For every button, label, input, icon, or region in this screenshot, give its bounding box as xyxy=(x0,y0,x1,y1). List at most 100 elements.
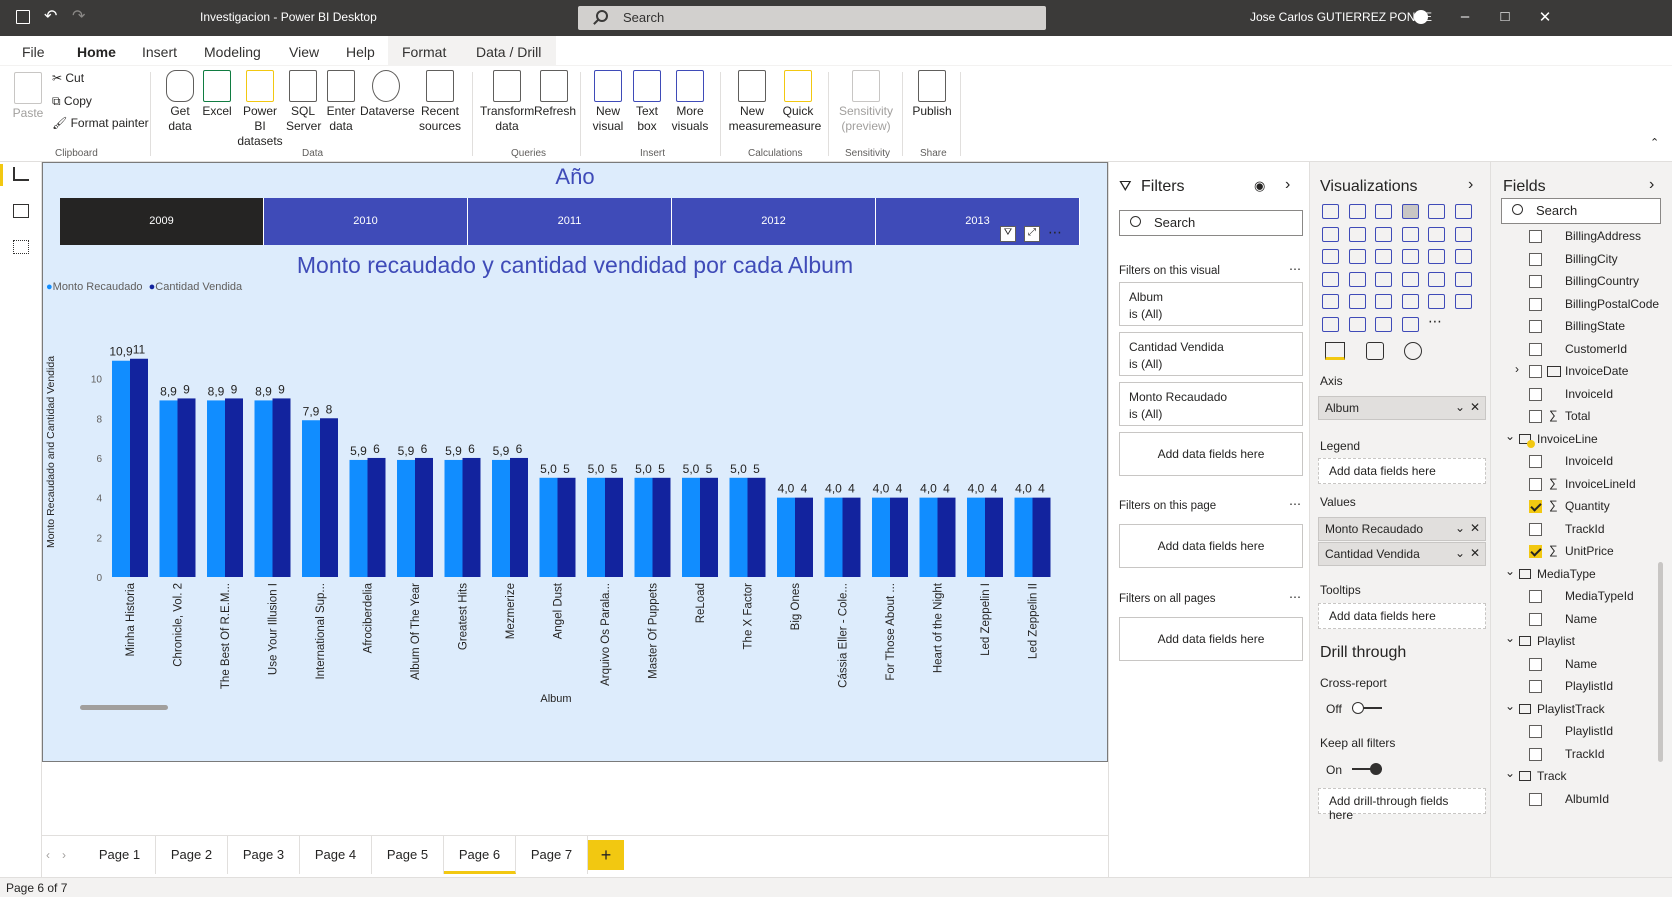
bar-monto[interactable] xyxy=(777,497,795,577)
bar-cantidad[interactable] xyxy=(462,457,481,577)
remove-icon[interactable]: ✕ xyxy=(1470,521,1480,535)
text-box-button[interactable]: Text box xyxy=(630,70,664,134)
checkbox[interactable] xyxy=(1529,410,1542,423)
collapse-filters-icon[interactable]: › xyxy=(1285,176,1290,194)
bar-monto[interactable] xyxy=(634,477,653,577)
quick-measure-button[interactable]: Quick measure xyxy=(774,70,822,134)
chevron-down-icon[interactable]: ⌄ xyxy=(1505,429,1515,443)
visual-type-icon[interactable] xyxy=(1401,249,1419,264)
bar-cantidad[interactable] xyxy=(320,418,338,577)
keep-filters-toggle[interactable] xyxy=(1352,763,1382,775)
visual-type-icon[interactable] xyxy=(1454,271,1472,287)
tab-modeling[interactable]: Modeling xyxy=(204,44,261,60)
filters-search-input[interactable]: Search xyxy=(1119,210,1303,236)
excel-button[interactable]: Excel xyxy=(202,70,232,119)
checkbox[interactable] xyxy=(1529,522,1542,536)
page-tab[interactable]: Page 5 xyxy=(372,836,444,874)
sensitivity-button[interactable]: Sensitivity (preview) xyxy=(836,70,896,134)
bar-monto[interactable] xyxy=(159,400,178,577)
cut-button[interactable]: ✂ Cut xyxy=(52,71,84,86)
bar-cantidad[interactable] xyxy=(225,398,243,577)
visual-type-icon[interactable] xyxy=(1454,204,1472,219)
visual-type-icon[interactable] xyxy=(1401,204,1419,219)
chevron-down-icon[interactable]: ⌄ xyxy=(1455,521,1465,535)
page-tab[interactable]: Page 2 xyxy=(156,836,228,874)
checkbox[interactable] xyxy=(1529,747,1542,761)
transform-data-button[interactable]: Transform data xyxy=(480,70,534,134)
chevron-down-icon[interactable]: ⌄ xyxy=(1455,400,1465,414)
visual-type-icon[interactable] xyxy=(1428,204,1445,219)
checkbox[interactable] xyxy=(1529,365,1542,378)
bar-cantidad[interactable] xyxy=(985,497,1003,577)
checkbox[interactable] xyxy=(1529,342,1542,356)
checkbox[interactable] xyxy=(1529,252,1542,266)
redo-icon[interactable]: ↷ xyxy=(72,6,85,26)
visual-type-icon[interactable] xyxy=(1401,294,1419,309)
page-tab[interactable]: Page 3 xyxy=(228,836,300,874)
tab-help[interactable]: Help xyxy=(346,44,375,60)
bar-monto[interactable] xyxy=(682,477,700,577)
chevron-down-icon[interactable]: ⌄ xyxy=(1505,699,1515,713)
pbi-datasets-button[interactable]: Power BI datasets xyxy=(236,70,284,149)
bar-monto[interactable] xyxy=(302,420,320,577)
checkbox[interactable] xyxy=(1529,590,1542,603)
checkbox[interactable] xyxy=(1529,657,1542,671)
get-data-button[interactable]: Get data xyxy=(162,70,198,134)
collapse-ribbon-icon[interactable]: ⌃ xyxy=(1650,136,1659,149)
chevron-down-icon[interactable]: ⌄ xyxy=(1505,631,1515,645)
values-well-cantidad[interactable]: Cantidad Vendida ⌄ ✕ xyxy=(1318,542,1486,566)
filter-card-monto[interactable]: Monto Recaudado is (All) xyxy=(1119,382,1303,426)
visual-type-icon[interactable] xyxy=(1428,294,1445,309)
visual-type-icon[interactable] xyxy=(1375,271,1392,287)
checkbox[interactable] xyxy=(1529,455,1542,468)
tab-insert[interactable]: Insert xyxy=(142,44,177,60)
undo-icon[interactable]: ↶ xyxy=(44,6,57,26)
remove-icon[interactable]: ✕ xyxy=(1470,546,1480,560)
collapse-fields-icon[interactable]: › xyxy=(1649,176,1654,194)
visual-type-icon[interactable] xyxy=(1348,294,1366,309)
bar-cantidad[interactable] xyxy=(747,477,766,577)
tab-file[interactable]: File xyxy=(22,44,45,60)
visual-type-icon[interactable] xyxy=(1375,316,1392,332)
visual-type-icon[interactable] xyxy=(1454,249,1472,264)
bar-cantidad[interactable] xyxy=(415,457,433,577)
visual-type-icon[interactable] xyxy=(1401,226,1419,242)
visual-type-icon[interactable] xyxy=(1401,271,1419,287)
tab-view[interactable]: View xyxy=(289,44,319,60)
bar-cantidad[interactable] xyxy=(937,497,956,577)
fields-tab-icon[interactable] xyxy=(1325,342,1345,360)
checkbox[interactable] xyxy=(1529,680,1542,693)
bar-cantidad[interactable] xyxy=(795,497,813,577)
refresh-button[interactable]: Refresh xyxy=(534,70,576,119)
page-tab[interactable]: Page 4 xyxy=(300,836,372,874)
page-tab[interactable]: Page 1 xyxy=(84,836,156,874)
visual-type-icon[interactable] xyxy=(1454,226,1472,242)
axis-well[interactable]: Album ⌄ ✕ xyxy=(1318,396,1486,420)
clustered-column-chart[interactable]: 0 2 4 6 8 10 Monto Recaudado and Cantidad Vend… xyxy=(42,162,1108,762)
drill-through-well[interactable]: Add drill-through fields here xyxy=(1318,788,1486,822)
page-filter-dropzone[interactable]: Add data fields here xyxy=(1119,524,1303,568)
bar-cantidad[interactable] xyxy=(842,497,861,577)
fields-search-input[interactable]: Search xyxy=(1501,198,1661,224)
bar-cantidad[interactable] xyxy=(890,497,908,577)
values-well-monto[interactable]: Monto Recaudado ⌄ ✕ xyxy=(1318,517,1486,541)
new-measure-button[interactable]: New measure xyxy=(728,70,776,134)
bar-cantidad[interactable] xyxy=(700,477,718,577)
chevron-down-icon[interactable]: ⌄ xyxy=(1455,546,1465,560)
save-icon[interactable] xyxy=(16,10,30,24)
model-view-icon[interactable] xyxy=(13,240,29,254)
tab-home[interactable]: Home xyxy=(75,44,118,69)
bar-cantidad[interactable] xyxy=(510,457,528,577)
tab-format[interactable]: Format xyxy=(402,44,446,60)
bar-monto[interactable] xyxy=(539,477,558,577)
tooltips-well[interactable]: Add data fields here xyxy=(1318,603,1486,629)
legend-well[interactable]: Add data fields here xyxy=(1318,458,1486,484)
visual-type-icon[interactable] xyxy=(1348,316,1366,332)
checkbox[interactable] xyxy=(1529,545,1542,558)
visual-type-icon[interactable] xyxy=(1348,249,1366,264)
visual-type-icon[interactable] xyxy=(1428,271,1445,287)
bar-cantidad[interactable] xyxy=(605,477,623,577)
prev-page-icon[interactable]: ‹ xyxy=(46,848,50,862)
visual-type-icon[interactable] xyxy=(1401,316,1419,332)
visual-type-icon[interactable] xyxy=(1428,226,1445,242)
